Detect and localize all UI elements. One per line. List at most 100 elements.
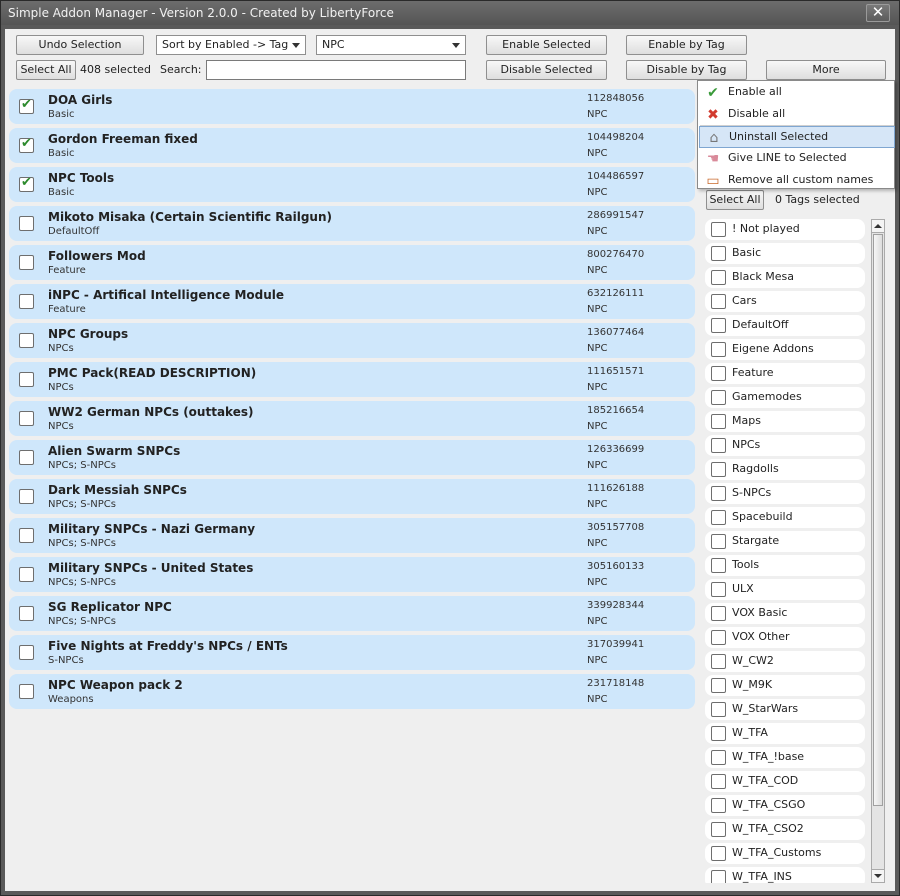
- tags-select-all-button[interactable]: Select All: [706, 190, 764, 210]
- tag-item[interactable]: NPCs: [705, 435, 865, 456]
- addon-row[interactable]: Alien Swarm SNPCs NPCs; S-NPCs 126336699 NP…: [9, 440, 695, 475]
- tag-item[interactable]: Tools: [705, 555, 865, 576]
- addon-checkbox[interactable]: [19, 216, 34, 231]
- tag-item[interactable]: Spacebuild: [705, 507, 865, 528]
- select-all-button[interactable]: Select All: [16, 60, 76, 80]
- addon-row[interactable]: WW2 German NPCs (outtakes) NPCs 185216654 N…: [9, 401, 695, 436]
- addon-checkbox[interactable]: [19, 450, 34, 465]
- addon-row[interactable]: PMC Pack(READ DESCRIPTION) NPCs 111651571 N…: [9, 362, 695, 397]
- close-button[interactable]: ✕: [866, 4, 890, 22]
- tag-checkbox[interactable]: [711, 870, 726, 883]
- tag-checkbox[interactable]: [711, 318, 726, 333]
- menu-item-uninstall-selected[interactable]: ⌂ Uninstall Selected: [699, 126, 895, 148]
- tag-item[interactable]: W_TFA_CSO2: [705, 819, 865, 840]
- addon-row[interactable]: ✔ DOA Girls Basic 112848056 NPC: [9, 89, 695, 124]
- addon-checkbox[interactable]: [19, 684, 34, 699]
- tag-checkbox[interactable]: [711, 774, 726, 789]
- tag-checkbox[interactable]: [711, 366, 726, 381]
- addon-row[interactable]: Dark Messiah SNPCs NPCs; S-NPCs 111626188 N…: [9, 479, 695, 514]
- tag-checkbox[interactable]: [711, 750, 726, 765]
- tag-item[interactable]: W_TFA_Customs: [705, 843, 865, 864]
- tag-checkbox[interactable]: [711, 246, 726, 261]
- menu-item-disable-all[interactable]: ✖ Disable all: [699, 104, 895, 126]
- menu-item-remove-all-custom-names[interactable]: ▭ Remove all custom names: [699, 170, 895, 192]
- tag-item[interactable]: W_TFA: [705, 723, 865, 744]
- tag-item[interactable]: Ragdolls: [705, 459, 865, 480]
- tag-checkbox[interactable]: [711, 486, 726, 501]
- addon-row[interactable]: NPC Weapon pack 2 Weapons 231718148 NPC: [9, 674, 695, 709]
- menu-item-enable-all[interactable]: ✔ Enable all: [699, 82, 895, 104]
- tag-item[interactable]: Basic: [705, 243, 865, 264]
- sort-dropdown[interactable]: Sort by Enabled -> Tag: [156, 35, 306, 55]
- scroll-thumb[interactable]: [873, 234, 883, 806]
- tag-scrollbar[interactable]: [871, 219, 885, 883]
- tag-checkbox[interactable]: [711, 390, 726, 405]
- addon-row[interactable]: NPC Groups NPCs 136077464 NPC: [9, 323, 695, 358]
- tag-checkbox[interactable]: [711, 342, 726, 357]
- disable-by-tag-button[interactable]: Disable by Tag: [626, 60, 747, 80]
- tag-checkbox[interactable]: [711, 414, 726, 429]
- tag-checkbox[interactable]: [711, 534, 726, 549]
- addon-checkbox[interactable]: [19, 606, 34, 621]
- tag-checkbox[interactable]: [711, 654, 726, 669]
- addon-row[interactable]: Followers Mod Feature 800276470 NPC: [9, 245, 695, 280]
- tag-checkbox[interactable]: [711, 582, 726, 597]
- addon-row[interactable]: Military SNPCs - Nazi Germany NPCs; S-NPC…: [9, 518, 695, 553]
- addon-checkbox[interactable]: ✔: [19, 175, 34, 192]
- more-button[interactable]: More: [766, 60, 886, 80]
- addon-row[interactable]: iNPC - Artifical Intelligence Module Feat…: [9, 284, 695, 319]
- tag-checkbox[interactable]: [711, 510, 726, 525]
- tag-checkbox[interactable]: [711, 630, 726, 645]
- tag-checkbox[interactable]: [711, 726, 726, 741]
- search-input[interactable]: [206, 60, 466, 80]
- addon-row[interactable]: Five Nights at Freddy's NPCs / ENTs S-NPC…: [9, 635, 695, 670]
- filter-dropdown[interactable]: NPC: [316, 35, 466, 55]
- tag-item[interactable]: Gamemodes: [705, 387, 865, 408]
- tag-item[interactable]: ! Not played: [705, 219, 865, 240]
- tag-item[interactable]: W_TFA_CSGO: [705, 795, 865, 816]
- tag-item[interactable]: Eigene Addons: [705, 339, 865, 360]
- addon-checkbox[interactable]: [19, 567, 34, 582]
- tag-checkbox[interactable]: [711, 846, 726, 861]
- tag-checkbox[interactable]: [711, 222, 726, 237]
- tag-checkbox[interactable]: [711, 438, 726, 453]
- tag-item[interactable]: S-NPCs: [705, 483, 865, 504]
- tag-item[interactable]: Cars: [705, 291, 865, 312]
- tag-item[interactable]: Maps: [705, 411, 865, 432]
- menu-item-give-line-to-selected[interactable]: ☚ Give LINE to Selected: [699, 148, 895, 170]
- addon-checkbox[interactable]: ✔: [19, 97, 34, 114]
- tag-item[interactable]: W_TFA_!base: [705, 747, 865, 768]
- addon-checkbox[interactable]: [19, 411, 34, 426]
- tag-checkbox[interactable]: [711, 822, 726, 837]
- tag-checkbox[interactable]: [711, 798, 726, 813]
- tag-checkbox[interactable]: [711, 702, 726, 717]
- tag-item[interactable]: DefaultOff: [705, 315, 865, 336]
- addon-row[interactable]: ✔ NPC Tools Basic 104486597 NPC: [9, 167, 695, 202]
- addon-checkbox[interactable]: [19, 372, 34, 387]
- tag-item[interactable]: VOX Other: [705, 627, 865, 648]
- tag-checkbox[interactable]: [711, 678, 726, 693]
- tag-item[interactable]: ULX: [705, 579, 865, 600]
- tag-item[interactable]: W_M9K: [705, 675, 865, 696]
- tag-item[interactable]: VOX Basic: [705, 603, 865, 624]
- scroll-down-icon[interactable]: [872, 869, 884, 882]
- tag-item[interactable]: Feature: [705, 363, 865, 384]
- disable-selected-button[interactable]: Disable Selected: [486, 60, 607, 80]
- addon-checkbox[interactable]: [19, 528, 34, 543]
- tag-checkbox[interactable]: [711, 558, 726, 573]
- addon-row[interactable]: ✔ Gordon Freeman fixed Basic 104498204 NPC: [9, 128, 695, 163]
- tag-item[interactable]: Black Mesa: [705, 267, 865, 288]
- enable-selected-button[interactable]: Enable Selected: [486, 35, 607, 55]
- tag-item[interactable]: W_StarWars: [705, 699, 865, 720]
- addon-checkbox[interactable]: [19, 489, 34, 504]
- tag-item[interactable]: W_CW2: [705, 651, 865, 672]
- tag-item[interactable]: Stargate: [705, 531, 865, 552]
- tag-item[interactable]: W_TFA_INS: [705, 867, 865, 883]
- scroll-up-icon[interactable]: [872, 220, 884, 233]
- enable-by-tag-button[interactable]: Enable by Tag: [626, 35, 747, 55]
- tag-item[interactable]: W_TFA_COD: [705, 771, 865, 792]
- tag-checkbox[interactable]: [711, 270, 726, 285]
- tag-checkbox[interactable]: [711, 606, 726, 621]
- addon-checkbox[interactable]: ✔: [19, 136, 34, 153]
- addon-row[interactable]: SG Replicator NPC NPCs; S-NPCs 339928344 NP…: [9, 596, 695, 631]
